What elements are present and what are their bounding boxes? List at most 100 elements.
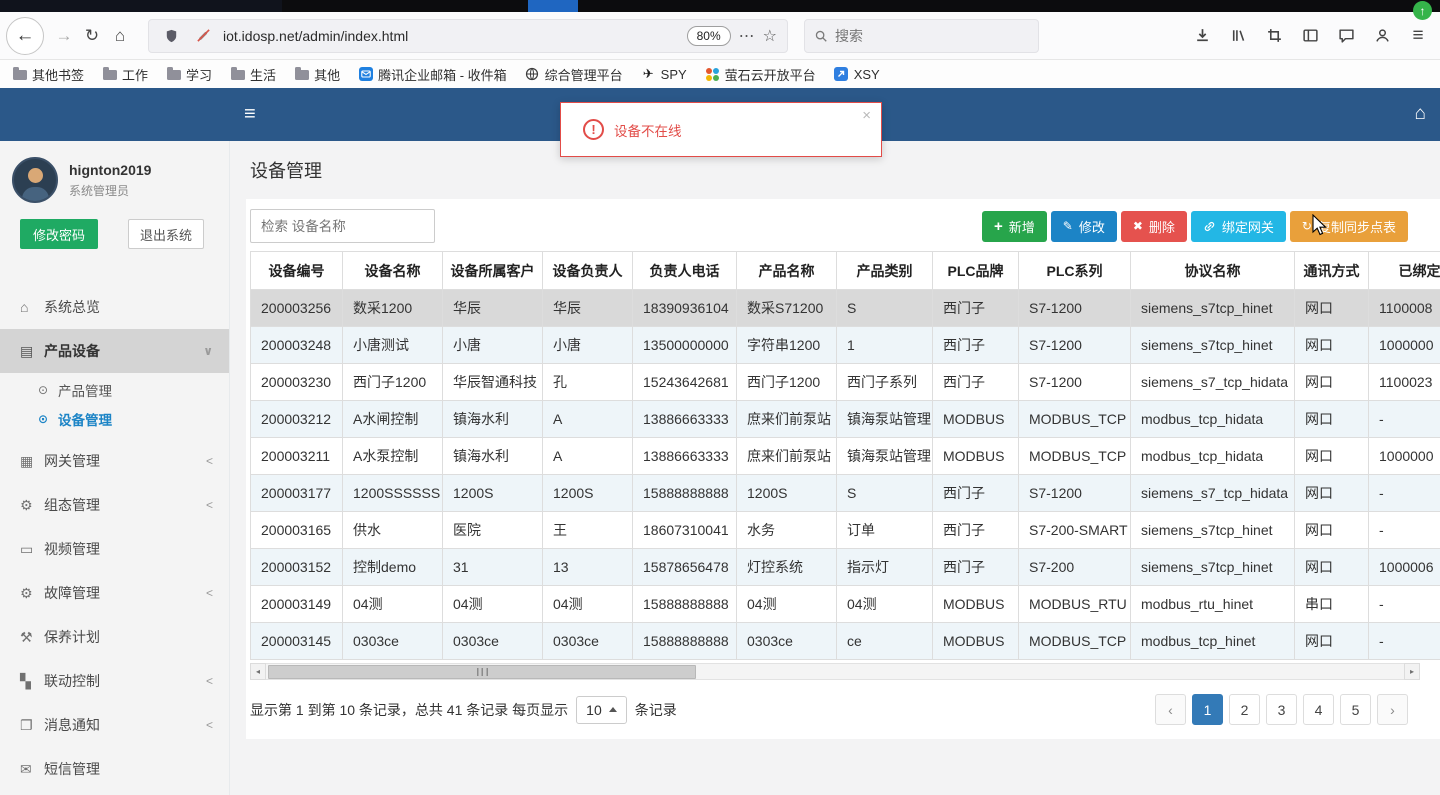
- sidebar-item[interactable]: ⚒ 保养计划: [0, 615, 229, 659]
- column-header[interactable]: 已绑定网关: [1368, 251, 1440, 290]
- table-row[interactable]: 200003211 A水泵控制 镇海水利 A 13886663333 庶来们前泵站 镇海泵站…: [250, 437, 1440, 475]
- sidebar-panel-icon[interactable]: [1298, 24, 1322, 48]
- download-icon[interactable]: [1190, 24, 1214, 48]
- sidebar-toggle-icon[interactable]: ≡: [244, 103, 256, 125]
- page-button[interactable]: 2: [1229, 694, 1260, 725]
- page-button[interactable]: 1: [1192, 694, 1223, 725]
- sidebar-subitem-label: 产品管理: [58, 383, 112, 399]
- column-header[interactable]: 设备所属客户: [442, 251, 543, 290]
- reload-button[interactable]: ↻: [78, 22, 106, 50]
- page-button[interactable]: 4: [1303, 694, 1334, 725]
- scroll-left-button[interactable]: ◂: [250, 663, 266, 680]
- page-button[interactable]: 5: [1340, 694, 1371, 725]
- zoom-indicator[interactable]: 80%: [686, 25, 731, 46]
- table-row[interactable]: 200003165 供水 医院王 18607310041 水务 订单 西门子 S7-200-S…: [250, 511, 1440, 549]
- bookmark-star-icon[interactable]: ☆: [763, 26, 777, 46]
- sidebar-item[interactable]: ❐ 消息通知 <: [0, 703, 229, 747]
- page-size-select[interactable]: 10: [576, 695, 627, 724]
- bind-gateway-button[interactable]: 绑定网关: [1190, 210, 1286, 242]
- globe-icon: [525, 67, 540, 81]
- update-available-icon[interactable]: ↑: [1413, 1, 1432, 20]
- sidebar-item[interactable]: ▚ 联动控制 <: [0, 659, 229, 703]
- sidebar-subitem[interactable]: ⊙ 设备管理: [0, 404, 229, 433]
- bookmark-item[interactable]: 生活: [230, 65, 276, 84]
- bookmark-item[interactable]: 其他: [294, 65, 340, 84]
- sidebar-item[interactable]: ▦ 网关管理 <: [0, 439, 229, 483]
- forward-button[interactable]: →: [50, 22, 78, 50]
- copy-sync-table-button[interactable]: ↻ 复制同步点表: [1289, 210, 1408, 242]
- table-row[interactable]: 200003145 0303ce 0303ce 0303ce 15888888888 03…: [250, 622, 1440, 660]
- column-header[interactable]: PLC品牌: [932, 251, 1019, 290]
- device-search-input[interactable]: [250, 209, 435, 243]
- back-button[interactable]: ←: [6, 16, 44, 55]
- sidebar-item[interactable]: ⚙ 故障管理 <: [0, 571, 229, 615]
- titlebar-active-tab[interactable]: [528, 0, 578, 12]
- table-row[interactable]: 200003149 04测 04测 04测 15888888888 04测 04测 MODBU…: [250, 585, 1440, 623]
- cell: S: [836, 289, 933, 327]
- app-home-icon[interactable]: ⌂: [1415, 103, 1426, 125]
- change-password-button[interactable]: 修改密码: [20, 219, 99, 249]
- next-page-button[interactable]: ›: [1377, 694, 1408, 725]
- url-text[interactable]: iot.idosp.net/admin/index.html: [223, 28, 408, 44]
- alert-close-icon[interactable]: ×: [862, 107, 871, 124]
- logout-button[interactable]: 退出系统: [128, 219, 205, 249]
- sidebar-subitem[interactable]: ⊙ 产品管理: [0, 375, 229, 404]
- bookmark-item[interactable]: 综合管理平台: [525, 65, 623, 84]
- refresh-icon: ↻: [1301, 219, 1312, 233]
- avatar[interactable]: [12, 157, 58, 203]
- column-header[interactable]: 通讯方式: [1294, 251, 1369, 290]
- cell: MODBUS_RTU: [1018, 585, 1131, 623]
- table-row[interactable]: 200003152 控制demo 31 13 15878656478 灯控系统 指示灯 西门子…: [250, 548, 1440, 586]
- menu-icon[interactable]: ≡: [1406, 24, 1430, 48]
- column-header[interactable]: 设备名称: [342, 251, 443, 290]
- page-actions-icon[interactable]: ⋯: [739, 26, 755, 46]
- browser-search-input[interactable]: [835, 27, 1005, 44]
- bookmark-item[interactable]: 其他书签: [12, 65, 84, 84]
- column-header[interactable]: 产品类别: [836, 251, 933, 290]
- bookmark-item[interactable]: 学习: [166, 65, 212, 84]
- cell: 镇海泵站管理: [836, 400, 933, 438]
- column-header[interactable]: 设备编号: [250, 251, 343, 290]
- sidebar-item[interactable]: ⌂ 系统总览: [0, 285, 229, 329]
- cell: 西门子: [932, 548, 1019, 586]
- screenshot-icon[interactable]: [1262, 24, 1286, 48]
- bookmark-item[interactable]: 腾讯企业邮箱 - 收件箱: [358, 65, 507, 84]
- column-header[interactable]: 产品名称: [736, 251, 837, 290]
- table-row[interactable]: 200003212 A水闸控制 镇海水利 A 13886663333 庶来们前泵站 镇海泵站…: [250, 400, 1440, 438]
- column-header[interactable]: 负责人电话: [632, 251, 737, 290]
- column-header[interactable]: 设备负责人: [542, 251, 633, 290]
- bookmark-item[interactable]: ✈ SPY: [641, 67, 687, 82]
- sidebar-item[interactable]: ▤ 产品设备 ∨: [0, 329, 229, 373]
- home-button[interactable]: ⌂: [106, 22, 134, 50]
- url-bar[interactable]: iot.idosp.net/admin/index.html 80% ⋯ ☆: [148, 18, 788, 53]
- sidebar-item[interactable]: ⚙ 组态管理 <: [0, 483, 229, 527]
- edit-button[interactable]: ✎ 修改: [1050, 210, 1117, 242]
- table-row[interactable]: 200003256 数采1200 华辰 华辰 18390936104 数采S71200 S 西…: [250, 289, 1440, 327]
- add-button[interactable]: + 新增: [981, 210, 1047, 242]
- bookmark-item[interactable]: XSY: [834, 67, 880, 82]
- prev-page-button[interactable]: ‹: [1155, 694, 1186, 725]
- message-bubble-icon[interactable]: [1334, 24, 1358, 48]
- sidebar-item[interactable]: ✉ 短信管理: [0, 747, 229, 791]
- table-row[interactable]: 200003230 西门子1200 华辰智通科技孔 15243642681 西门子120…: [250, 363, 1440, 401]
- browser-search-bar[interactable]: [804, 18, 1039, 53]
- delete-button[interactable]: ✖ 删除: [1120, 210, 1187, 242]
- table-row[interactable]: 200003177 1200SSSSSS 1200S 1200S 15888888888…: [250, 474, 1440, 512]
- bookmark-item[interactable]: 萤石云开放平台: [705, 65, 816, 84]
- table-row[interactable]: 200003248 小唐测试 小唐 小唐 13500000000 字符串1200 1 西门子 S…: [250, 326, 1440, 364]
- scroll-right-button[interactable]: ▸: [1404, 663, 1420, 680]
- cell: 王: [542, 511, 633, 549]
- blocked-content-icon[interactable]: [191, 24, 215, 48]
- shield-icon[interactable]: [159, 24, 183, 48]
- sidebar-item[interactable]: ▭ 视频管理: [0, 527, 229, 571]
- library-icon[interactable]: [1226, 24, 1250, 48]
- bookmark-item[interactable]: 工作: [102, 65, 148, 84]
- cell: 数采S71200: [736, 289, 837, 327]
- column-header[interactable]: 协议名称: [1130, 251, 1295, 290]
- column-header[interactable]: PLC系列: [1018, 251, 1131, 290]
- scrollbar-track[interactable]: [266, 663, 1404, 680]
- page-button[interactable]: 3: [1266, 694, 1297, 725]
- scrollbar-thumb[interactable]: [268, 665, 696, 679]
- account-icon[interactable]: [1370, 24, 1394, 48]
- sidebar-item-label: 组态管理: [44, 497, 100, 513]
